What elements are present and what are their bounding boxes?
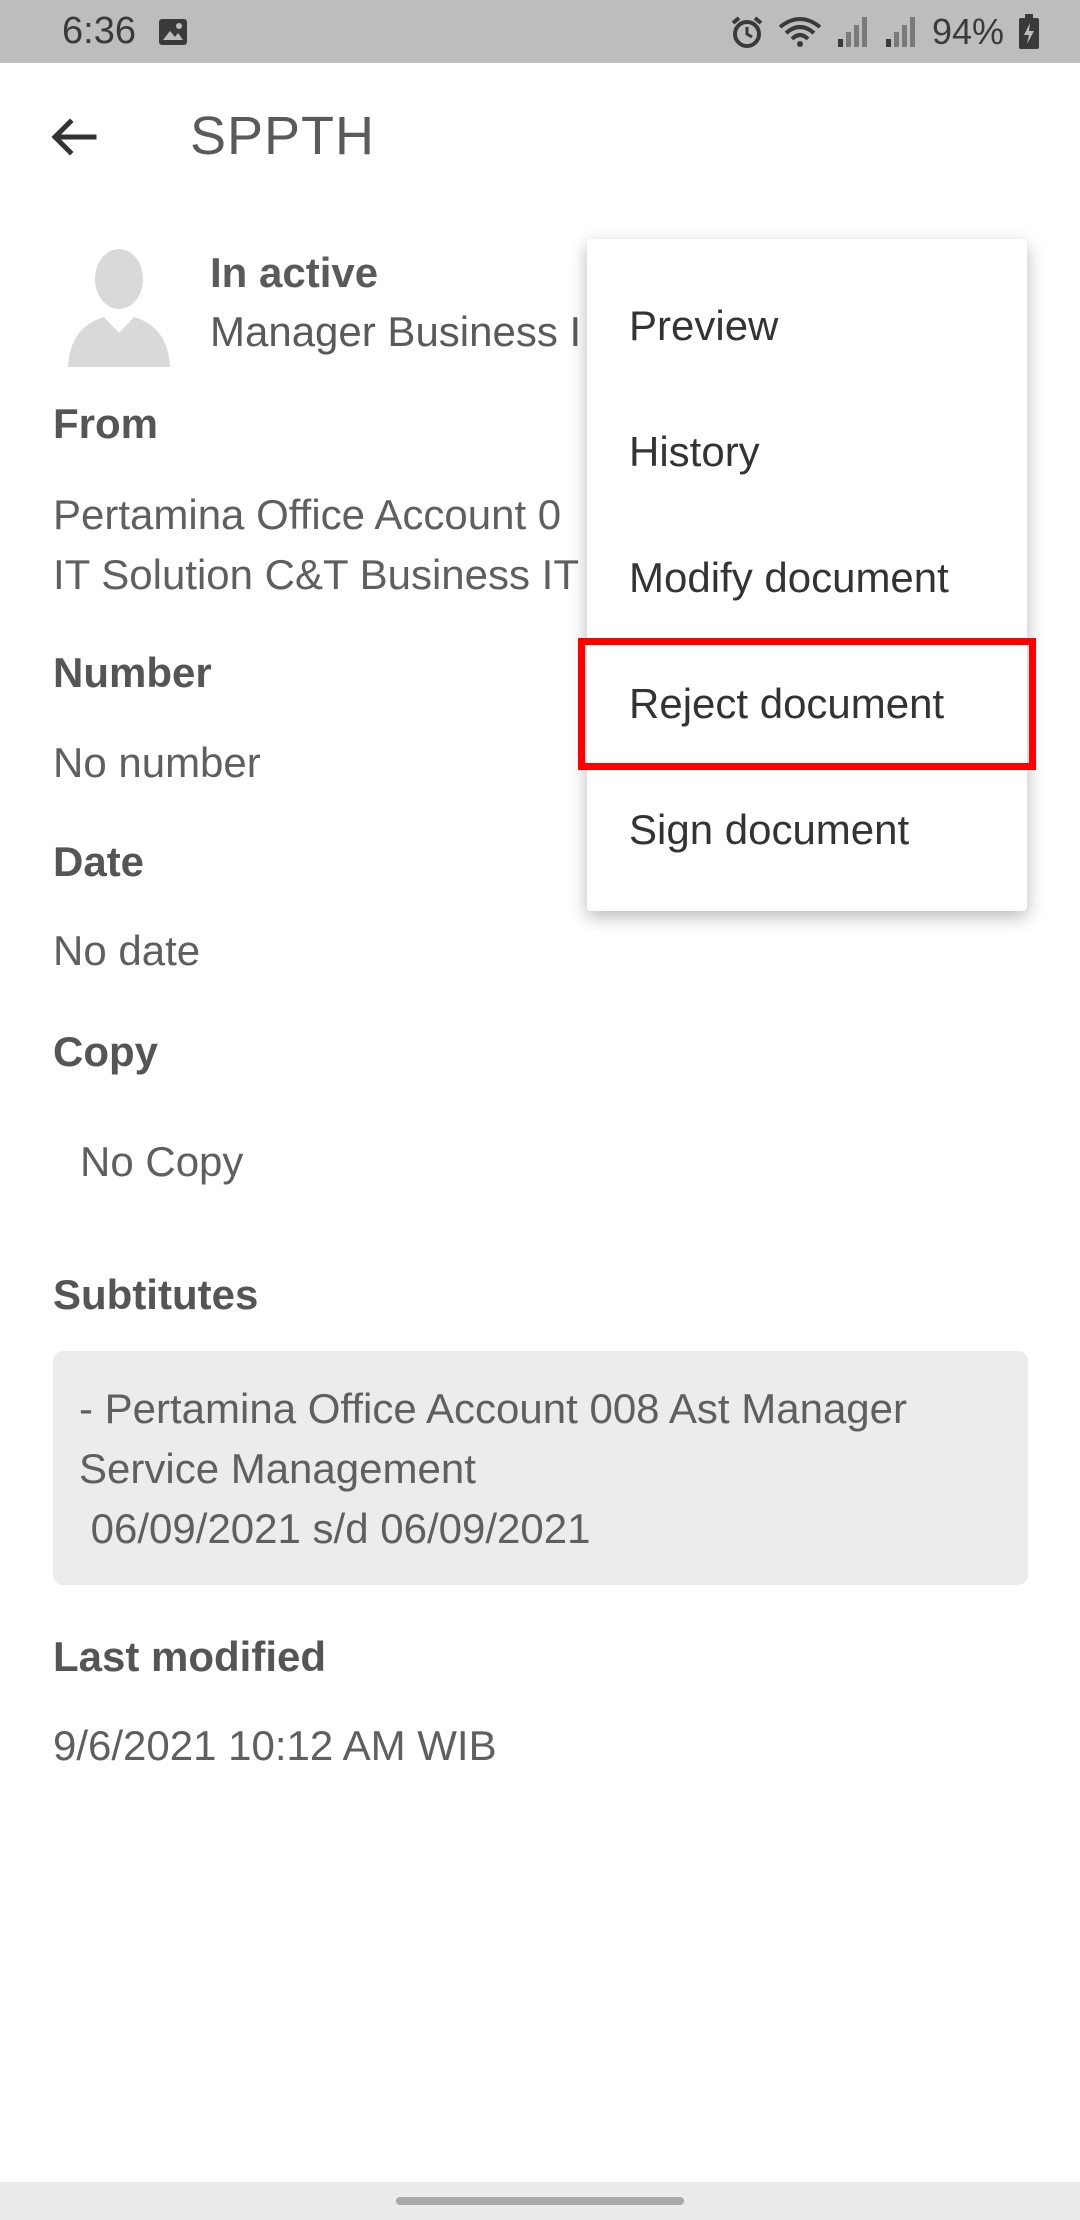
date-heading: Date bbox=[53, 838, 145, 885]
alarm-icon bbox=[731, 16, 763, 48]
date-value: No date bbox=[53, 927, 201, 974]
last-modified-value: 9/6/2021 10:12 AM WIB bbox=[53, 1722, 497, 1769]
arrow-left-icon bbox=[51, 118, 97, 156]
status-bar: 6:36 94% bbox=[0, 0, 1080, 63]
home-indicator[interactable] bbox=[396, 2197, 684, 2205]
signer-position: Manager Business I bbox=[210, 308, 582, 355]
copy-heading: Copy bbox=[53, 1028, 158, 1075]
wifi-icon bbox=[778, 17, 822, 47]
overflow-menu: Preview History Modify document Reject d… bbox=[578, 239, 1036, 911]
battery-charging-icon bbox=[1019, 14, 1039, 49]
last-modified-heading: Last modified bbox=[53, 1633, 327, 1680]
battery-percentage: 94% bbox=[931, 11, 1004, 52]
from-line-2: IT Solution C&T Business IT bbox=[53, 551, 580, 598]
from-heading: From bbox=[53, 400, 158, 447]
substitutes-box: - Pertamina Office Account 008 Ast Manag… bbox=[53, 1351, 1028, 1585]
substitute-line-2: Service Management bbox=[79, 1445, 476, 1492]
back-button[interactable] bbox=[40, 103, 108, 171]
copy-value: No Copy bbox=[80, 1138, 244, 1185]
status-icons: 94% bbox=[730, 11, 1040, 52]
signal-icon bbox=[837, 17, 867, 47]
status-time: 6:36 bbox=[62, 10, 136, 52]
number-heading: Number bbox=[53, 649, 212, 696]
menu-item-reject-document[interactable]: Reject document bbox=[578, 638, 1036, 770]
menu-item-preview[interactable]: Preview bbox=[587, 263, 1027, 389]
page-title: SPPTH bbox=[190, 106, 376, 166]
menu-item-modify-document[interactable]: Modify document bbox=[587, 515, 1027, 641]
from-line-1: Pertamina Office Account 0 bbox=[53, 491, 562, 538]
menu-item-sign-document[interactable]: Sign document bbox=[587, 767, 1027, 893]
app-bar: SPPTH bbox=[0, 63, 1080, 213]
signer-status: In active bbox=[210, 249, 379, 296]
image-icon bbox=[159, 19, 187, 45]
person-silhouette-icon bbox=[68, 249, 170, 367]
substitutes-heading: Subtitutes bbox=[53, 1271, 259, 1318]
signal-icon-2 bbox=[885, 17, 915, 47]
menu-item-history[interactable]: History bbox=[587, 389, 1027, 515]
substitute-dates: 06/09/2021 s/d 06/09/2021 bbox=[79, 1505, 591, 1552]
substitute-line-1: - Pertamina Office Account 008 Ast Manag… bbox=[79, 1385, 908, 1432]
number-value: No number bbox=[53, 739, 261, 786]
navigation-bar bbox=[0, 2182, 1080, 2220]
